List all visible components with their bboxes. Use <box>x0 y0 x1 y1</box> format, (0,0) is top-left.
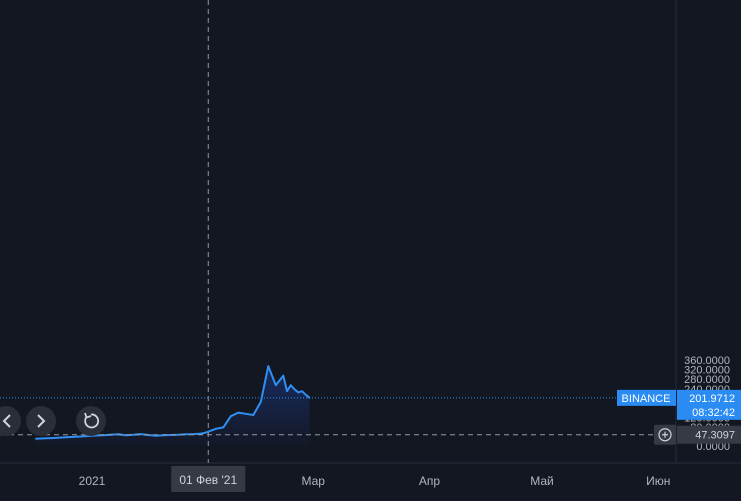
data-point <box>267 365 270 367</box>
x-tick-label: 2021 <box>79 474 106 488</box>
data-point <box>72 436 75 438</box>
data-point <box>79 435 82 438</box>
y-tick-label: 360.0000 <box>684 355 730 367</box>
plot-background <box>0 0 676 463</box>
reset-icon[interactable] <box>76 406 106 436</box>
price-chart[interactable]: 0.000040.000080.0000120.0000160.0000200.… <box>0 0 741 501</box>
data-point <box>289 384 292 387</box>
data-point <box>301 390 303 392</box>
add-plus-button[interactable] <box>654 424 676 445</box>
data-point <box>203 432 206 434</box>
crosshair-price-badge: 47.3097 <box>677 425 741 444</box>
crosshair-price-label: 47.3097 <box>695 430 735 442</box>
data-point <box>64 436 67 438</box>
x-tick-label: Июн <box>646 474 670 488</box>
data-point <box>49 437 52 439</box>
data-point <box>259 401 262 403</box>
data-point <box>199 432 202 435</box>
chevron-right-icon[interactable] <box>26 406 56 436</box>
data-point <box>286 390 288 392</box>
data-point <box>139 433 142 435</box>
data-point <box>304 393 307 396</box>
data-point <box>34 438 37 440</box>
x-tick-label: Апр <box>419 474 441 488</box>
data-point <box>252 414 255 416</box>
data-point <box>237 411 240 414</box>
data-point <box>177 433 180 436</box>
data-point <box>184 433 187 436</box>
x-tick-label: Мар <box>302 474 326 488</box>
data-point <box>282 374 285 377</box>
data-point <box>42 437 45 440</box>
crosshair-date-label: 01 Фев '21 <box>179 473 237 487</box>
crosshair-date-badge: 01 Фев '21 <box>171 466 246 492</box>
exchange-label: BINANCE <box>622 393 671 405</box>
data-point <box>297 391 300 394</box>
x-tick-label: Май <box>530 474 554 488</box>
data-point <box>214 428 217 430</box>
x-axis-ticks: 2021 Мар Апр Май Июн <box>79 474 671 488</box>
data-point <box>229 415 232 418</box>
data-point <box>244 413 247 415</box>
last-price-value: 201.9712 <box>689 393 735 405</box>
data-point <box>132 433 135 436</box>
data-point <box>57 436 60 439</box>
countdown-timer: 08:32:42 <box>692 407 735 419</box>
data-point <box>293 388 296 391</box>
data-point <box>222 426 225 429</box>
data-point <box>274 384 277 387</box>
